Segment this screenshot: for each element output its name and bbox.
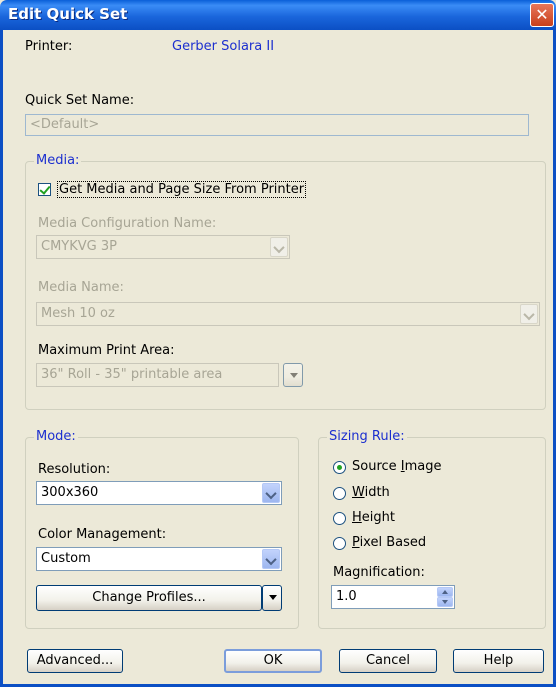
media-name-select: Mesh 10 oz	[36, 302, 540, 326]
color-management-value: Custom	[41, 551, 91, 566]
get-media-checkbox[interactable]	[38, 183, 51, 196]
max-print-area-field: 36" Roll - 35" printable area	[36, 363, 279, 387]
media-config-name-value: CMYKVG 3P	[41, 239, 117, 254]
color-management-select[interactable]: Custom	[36, 547, 282, 571]
spin-down-icon[interactable]	[437, 597, 453, 607]
media-name-label: Media Name:	[38, 280, 124, 295]
radio-width-label[interactable]: Width	[352, 485, 390, 500]
quick-set-name-label: Quick Set Name:	[25, 93, 135, 108]
chevron-down-icon	[270, 237, 288, 257]
max-print-area-label: Maximum Print Area:	[38, 343, 175, 358]
media-config-name-label: Media Configuration Name:	[38, 216, 217, 231]
magnification-spinner[interactable]: 1.0	[331, 585, 455, 609]
radio-height[interactable]	[333, 512, 346, 525]
magnification-label: Magnification:	[333, 565, 425, 580]
color-management-label: Color Management:	[38, 527, 167, 542]
chevron-down-icon[interactable]	[262, 549, 280, 569]
window-title: Edit Quick Set	[8, 5, 128, 23]
title-bar: Edit Quick Set ✕	[0, 0, 556, 30]
quick-set-name-field: <Default>	[25, 114, 529, 136]
printer-label: Printer:	[25, 39, 73, 54]
mode-group-label: Mode:	[34, 429, 78, 444]
printer-name: Gerber Solara II	[172, 39, 275, 54]
max-print-area-value: 36" Roll - 35" printable area	[41, 367, 223, 382]
radio-pixel-based[interactable]	[333, 537, 346, 550]
change-profiles-dropdown[interactable]	[262, 585, 282, 611]
ok-button[interactable]: OK	[224, 649, 322, 673]
resolution-label: Resolution:	[38, 462, 111, 477]
resolution-select[interactable]: 300x360	[36, 481, 282, 505]
radio-source-image-label[interactable]: Source Image	[352, 459, 442, 474]
resolution-value: 300x360	[41, 485, 99, 500]
close-icon[interactable]: ✕	[530, 3, 554, 27]
media-group-label: Media:	[34, 153, 82, 168]
help-button[interactable]: Help	[453, 649, 544, 673]
media-config-name-select: CMYKVG 3P	[36, 235, 290, 259]
radio-source-image[interactable]	[333, 461, 346, 474]
cancel-button[interactable]: Cancel	[339, 649, 437, 673]
spin-up-icon[interactable]	[437, 587, 453, 597]
media-name-value: Mesh 10 oz	[41, 306, 115, 321]
max-print-area-dropdown	[283, 363, 303, 387]
radio-pixel-based-label[interactable]: Pixel Based	[352, 535, 426, 550]
sizing-rule-group-label: Sizing Rule:	[327, 429, 407, 444]
magnification-value: 1.0	[336, 589, 357, 604]
chevron-down-icon	[520, 304, 538, 324]
radio-height-label[interactable]: Height	[352, 510, 395, 525]
radio-width[interactable]	[333, 487, 346, 500]
get-media-checkbox-label[interactable]: Get Media and Page Size From Printer	[57, 181, 307, 198]
advanced-button[interactable]: Advanced...	[27, 649, 123, 673]
change-profiles-button[interactable]: Change Profiles...	[36, 585, 262, 611]
chevron-down-icon[interactable]	[262, 483, 280, 503]
